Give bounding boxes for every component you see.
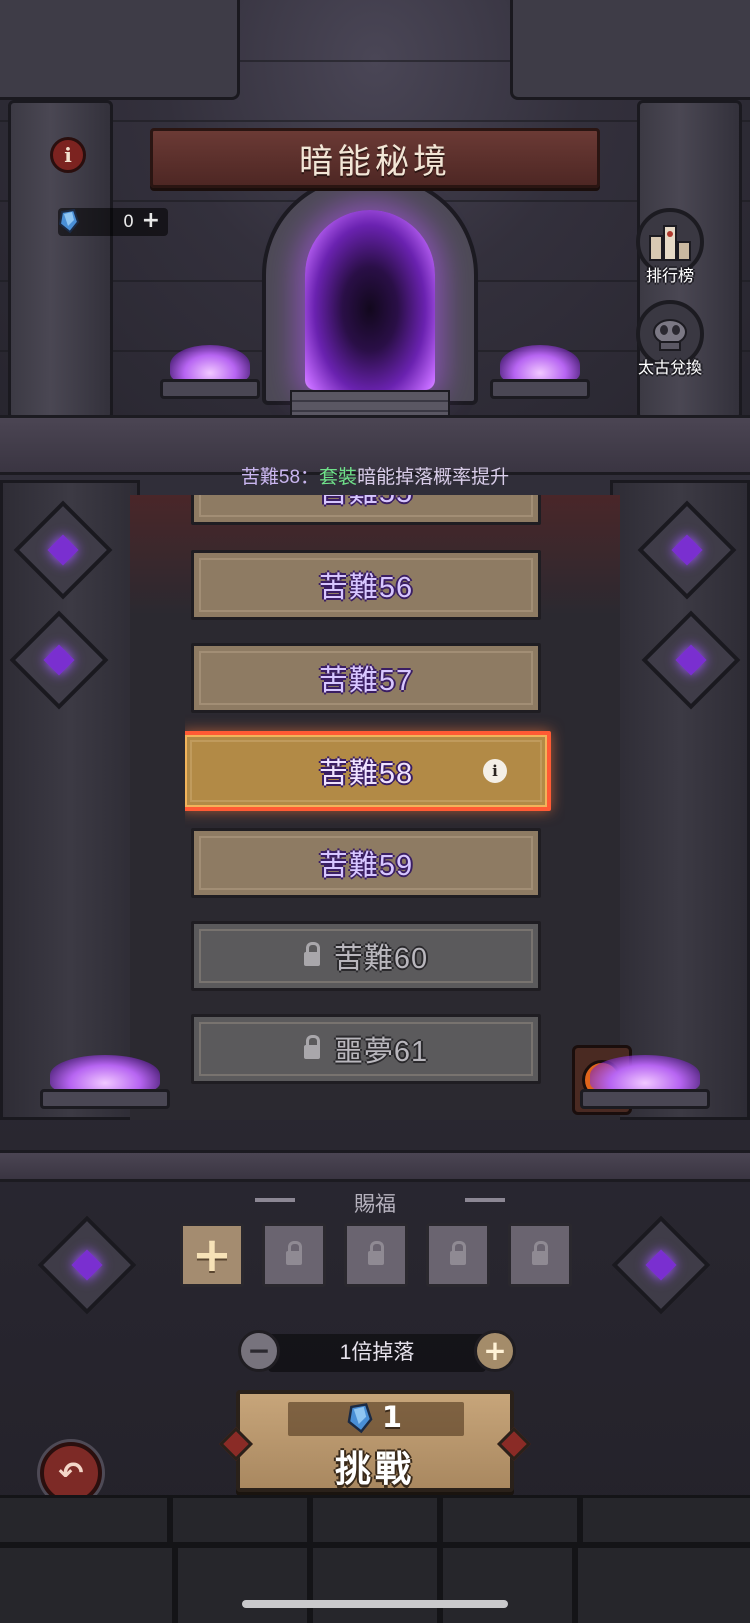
add-currency-button[interactable]: +: [142, 208, 160, 233]
blessing-title: 賜福: [354, 1193, 396, 1216]
bonus-effect-text: 暗能掉落概率提升: [357, 467, 510, 488]
blessing-slots: +: [180, 1223, 572, 1287]
lower-left-brazier: [40, 1055, 170, 1110]
exchange-label: 太古兌換: [637, 360, 702, 377]
challenge-button[interactable]: 1 挑戰: [236, 1390, 514, 1492]
lock-icon: [303, 1035, 320, 1059]
currency-count: 0: [123, 212, 134, 232]
level-item-55[interactable]: 苦難55: [191, 495, 541, 525]
lower-right-brazier: [580, 1055, 710, 1110]
game-scene: 暗能秘境 i 0 + 排行榜 太古兌換 苦難58：套裝暗能掉落概率提升 苦難55: [0, 0, 750, 1623]
level-item-60-locked[interactable]: 苦難60: [191, 921, 541, 991]
level-item-61-locked[interactable]: 噩夢61: [191, 1014, 541, 1084]
drop-multiplier-control: 1倍掉落 − +: [238, 1330, 516, 1376]
level-name: 苦難60: [333, 943, 429, 975]
currency-display: 0 +: [58, 208, 168, 236]
lock-icon: [532, 1241, 548, 1265]
ancient-exchange-button[interactable]: 太古兌換: [630, 300, 710, 378]
lock-icon: [368, 1241, 384, 1265]
left-brazier: [160, 345, 260, 400]
level-info-icon[interactable]: i: [483, 759, 507, 783]
challenge-label: 挑戰: [334, 1448, 415, 1489]
lock-icon: [303, 942, 320, 966]
bonus-level-label: 苦難58：: [240, 467, 320, 488]
level-name: 苦難55: [319, 495, 413, 511]
increase-multiplier-button[interactable]: +: [474, 1330, 516, 1372]
level-name: 苦難59: [318, 850, 414, 882]
drop-multiplier-label: 1倍掉落: [268, 1334, 486, 1372]
level-item-57[interactable]: 苦難57: [191, 643, 541, 713]
home-indicator[interactable]: [242, 1600, 508, 1608]
lock-icon: [286, 1241, 302, 1265]
page-title: 暗能秘境: [299, 142, 451, 181]
top-left-lintel: [0, 0, 240, 100]
level-item-58-selected[interactable]: 苦難58 i: [185, 731, 551, 811]
leaderboard-button[interactable]: 排行榜: [630, 208, 710, 286]
bottom-right-crystal: [611, 1215, 711, 1315]
level-name: 苦難58: [318, 758, 414, 790]
dark-gem-icon: [58, 208, 80, 234]
challenge-cost: 1: [381, 1400, 403, 1434]
top-right-lintel: [510, 0, 750, 100]
blessing-slot-locked[interactable]: [262, 1223, 326, 1287]
title-banner: 暗能秘境: [150, 128, 600, 188]
info-icon[interactable]: i: [50, 137, 86, 173]
dark-portal: [305, 210, 435, 390]
bottom-left-crystal: [37, 1215, 137, 1315]
bonus-highlight: 套裝: [319, 467, 358, 488]
lock-icon: [450, 1241, 466, 1265]
plus-icon: +: [191, 1227, 233, 1283]
level-name: 苦難57: [318, 665, 414, 697]
decrease-multiplier-button[interactable]: −: [238, 1330, 280, 1372]
leaderboard-label: 排行榜: [645, 268, 694, 285]
level-list[interactable]: 苦難55 苦難56 苦難57 苦難58 i 苦難59 苦難60 噩夢61: [185, 495, 565, 1100]
level-name: 苦難56: [318, 572, 414, 604]
blessing-slot-locked[interactable]: [426, 1223, 490, 1287]
add-blessing-button[interactable]: +: [180, 1223, 244, 1287]
level-item-56[interactable]: 苦難56: [191, 550, 541, 620]
right-brazier: [490, 345, 590, 400]
level-name: 噩夢61: [333, 1036, 429, 1068]
blessing-slot-locked[interactable]: [508, 1223, 572, 1287]
blessing-slot-locked[interactable]: [344, 1223, 408, 1287]
lower-ledge: [0, 1150, 750, 1182]
level-item-59[interactable]: 苦難59: [191, 828, 541, 898]
